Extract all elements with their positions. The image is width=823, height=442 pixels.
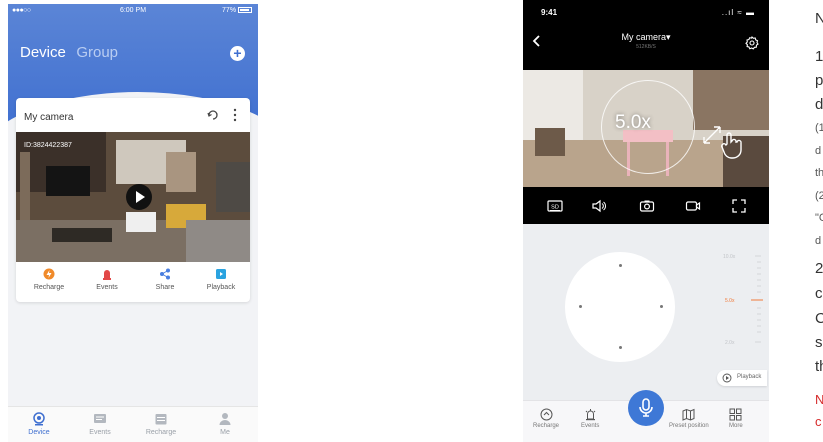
joystick-right-dot [660, 305, 663, 308]
sd-quality-icon[interactable]: SD [547, 198, 563, 214]
zoom-scale-ticks [751, 255, 763, 343]
tab-group[interactable]: Group [76, 44, 118, 61]
tabbar-me[interactable]: Me [200, 412, 250, 436]
top-bar: 9:41 ..ıl ≈ ▬ My camera▾ 512KB/S [523, 0, 769, 70]
tabbar-events[interactable]: Events [75, 412, 125, 436]
bottom-tabbar: Device Events Recharge Me [8, 406, 258, 442]
camera-title[interactable]: My camera▾ [523, 32, 769, 43]
joystick-down-dot [619, 346, 622, 349]
camera-name: My camera [24, 112, 74, 123]
tab-device[interactable]: Device [20, 44, 66, 61]
camera-actions: Recharge Events Share Playback [16, 264, 250, 302]
recharge-icon [43, 268, 55, 280]
zoom-scale-current: 5.0x [725, 298, 735, 304]
status-time: 6:00 PM [119, 7, 147, 14]
status-bar: ●●●○○ 6:00 PM 77% [8, 4, 258, 18]
siren-icon [103, 270, 111, 280]
playback-icon [216, 269, 226, 279]
microphone-icon [639, 398, 653, 417]
grid-icon [729, 408, 742, 421]
playback-clock-icon [722, 373, 732, 383]
message-icon [94, 414, 106, 423]
bottom-events[interactable]: Events [581, 408, 599, 429]
camera-preview[interactable]: ID:3824422387 [16, 132, 250, 262]
events-action[interactable]: Events [78, 268, 136, 291]
playback-button[interactable]: Playback [717, 370, 767, 386]
siren-icon [585, 409, 596, 421]
live-view-screen: 9:41 ..ıl ≈ ▬ My camera▾ 512KB/S 5.0x SD… [523, 0, 769, 442]
tabbar-recharge[interactable]: Recharge [136, 412, 186, 436]
recharge-action[interactable]: Recharge [20, 268, 78, 291]
calendar-icon [155, 414, 167, 425]
talk-microphone-button[interactable] [628, 390, 664, 426]
clipped-instructions-text: N 1 p d (1 d th (2 "C d 2 c C s th N c [815, 10, 823, 429]
joystick-left-dot [579, 305, 582, 308]
battery-indicator: 77% [222, 7, 252, 14]
status-time: 9:41 [541, 8, 558, 17]
ptz-joystick[interactable] [565, 252, 675, 362]
camera-card[interactable]: My camera ID:3824422387 Recharge Events … [16, 98, 250, 302]
gear-icon[interactable] [745, 36, 759, 50]
rotate-icon[interactable] [206, 108, 220, 122]
recharge-icon [540, 408, 552, 421]
map-icon [682, 408, 695, 421]
camera-icon [33, 412, 45, 426]
add-device-button[interactable]: + [230, 46, 245, 61]
share-action[interactable]: Share [136, 268, 194, 291]
device-list-screen: ●●●○○ 6:00 PM 77% Device Group + My came… [8, 4, 258, 442]
video-toolbar: SD [523, 187, 769, 224]
battery-percent: 77% [222, 7, 237, 14]
ptz-control-panel: 10.0x 5.0x 2.0x Playback [523, 224, 769, 400]
battery-icon [238, 7, 252, 14]
playback-action[interactable]: Playback [192, 268, 250, 291]
fullscreen-icon[interactable] [731, 198, 747, 214]
person-icon [219, 413, 231, 425]
pinch-hand-icon [721, 132, 742, 159]
bottom-more[interactable]: More [729, 408, 743, 429]
joystick-up-dot [619, 264, 622, 267]
more-vertical-icon[interactable] [232, 108, 238, 122]
camera-id-overlay: ID:3824422387 [24, 142, 72, 149]
play-button[interactable] [126, 184, 152, 210]
bottom-recharge[interactable]: Recharge [533, 408, 559, 429]
bitrate-label: 512KB/S [636, 44, 656, 50]
status-icons: ..ıl ≈ ▬ [721, 8, 755, 17]
speaker-icon[interactable] [591, 198, 607, 214]
live-bottombar: Recharge Events Preset position More [523, 390, 769, 442]
segment-tabs: Device Group [20, 44, 118, 62]
tabbar-device[interactable]: Device [14, 412, 64, 436]
zoom-level-overlay: 5.0x [615, 112, 651, 133]
zoom-scale[interactable] [743, 252, 763, 348]
share-icon [160, 268, 170, 280]
record-video-icon[interactable] [685, 198, 701, 214]
zoom-scale-bottom: 2.0x [725, 340, 735, 346]
svg-text:SD: SD [551, 205, 559, 211]
zoom-scale-top: 10.0x [723, 254, 736, 260]
bottom-preset-position[interactable]: Preset position [669, 408, 709, 429]
live-video[interactable]: 5.0x [523, 70, 769, 187]
snapshot-camera-icon[interactable] [639, 198, 655, 214]
